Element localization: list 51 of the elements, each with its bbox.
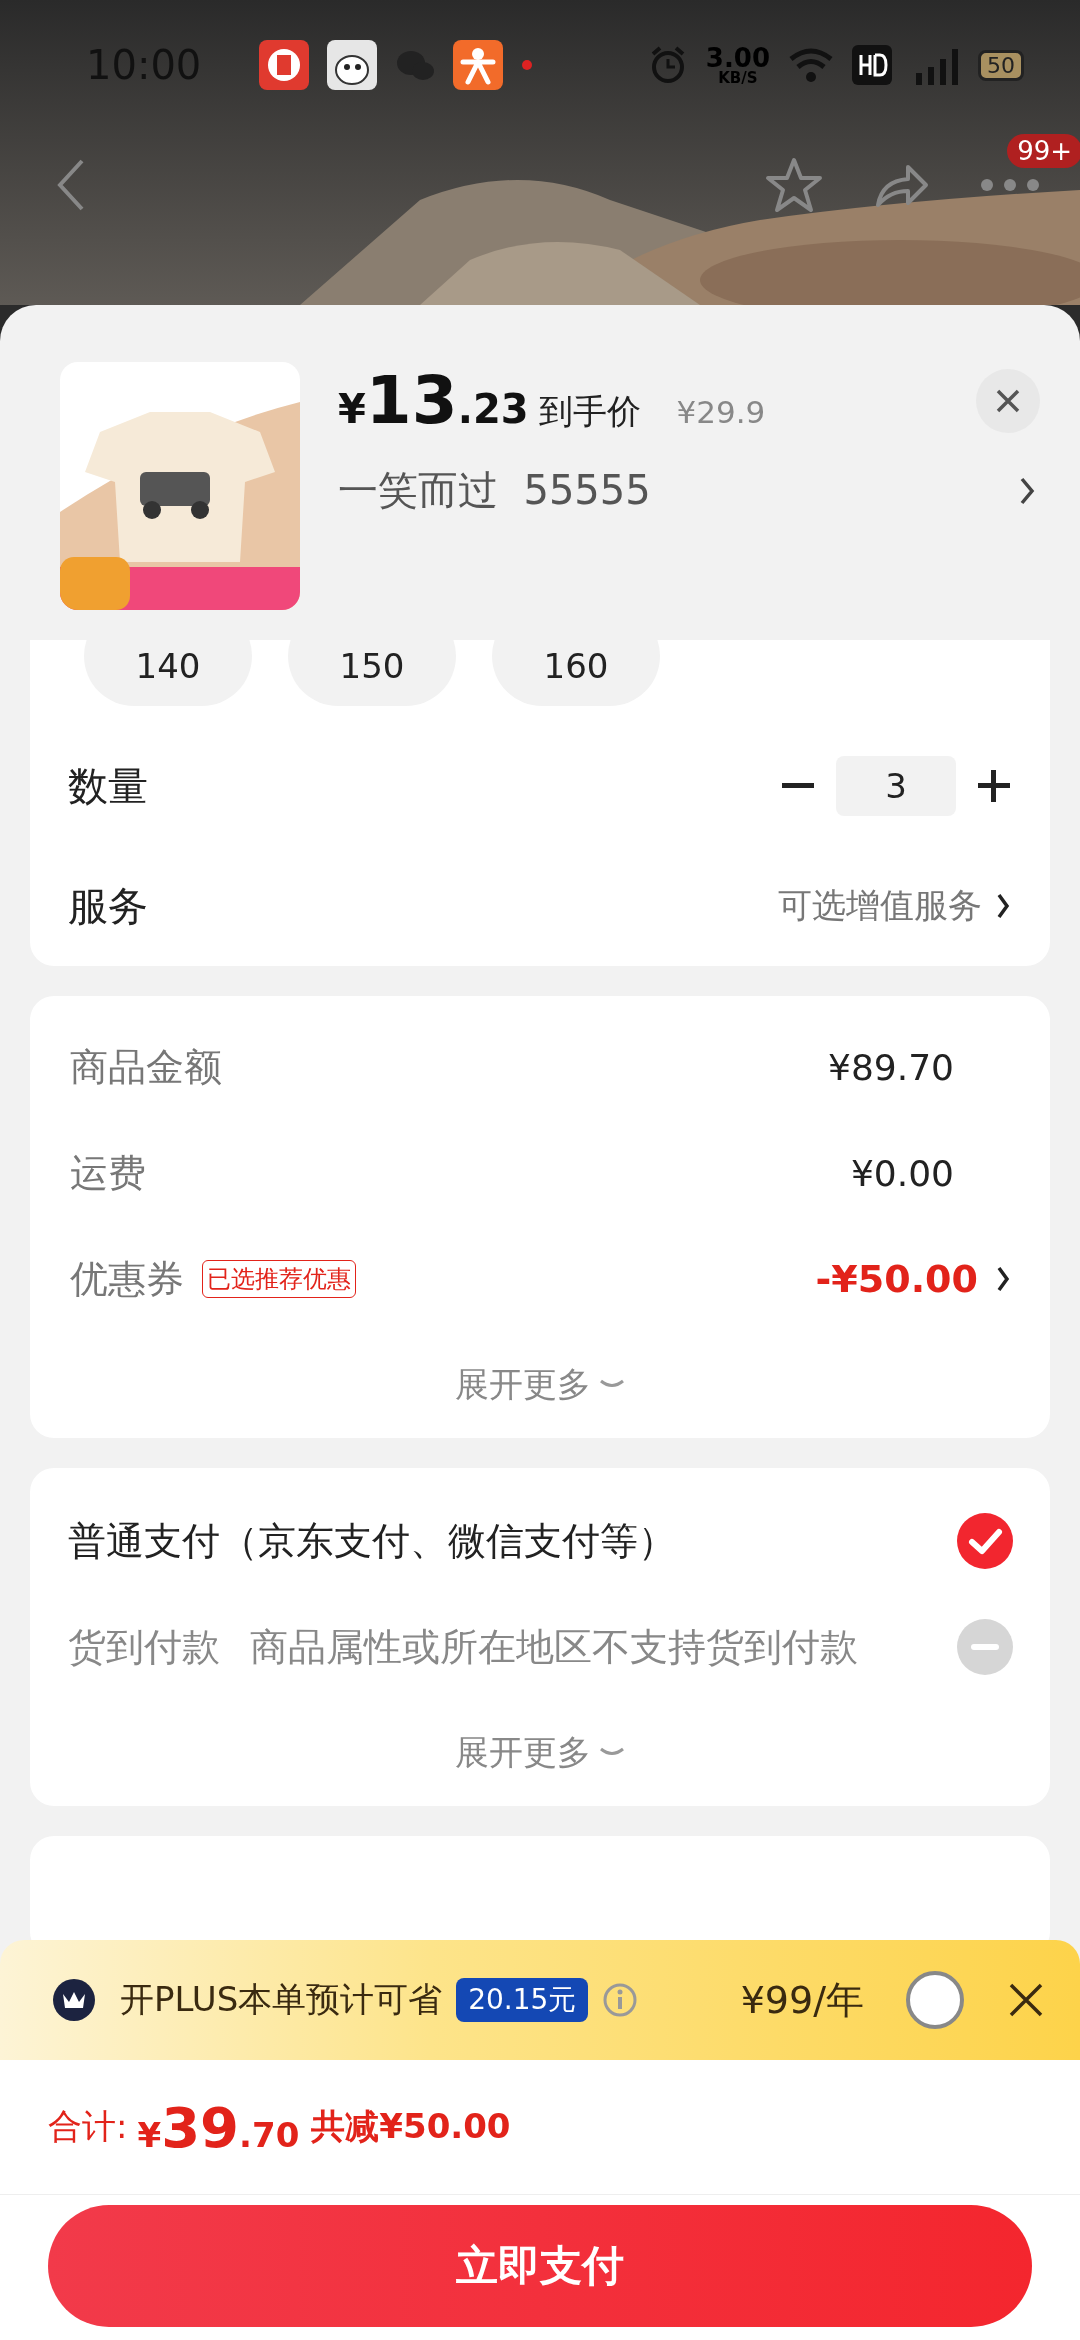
wifi-icon <box>788 47 834 83</box>
close-icon[interactable] <box>1008 1982 1044 2018</box>
size-option[interactable]: 150 <box>288 640 456 706</box>
amount-value: ¥89.70 <box>828 1046 954 1088</box>
plus-price: ¥99/年 <box>740 1976 864 2024</box>
coupon-value[interactable]: -¥50.00 <box>815 1257 978 1301</box>
info-icon[interactable] <box>602 1982 639 2018</box>
plus-promo-text: 开PLUS本单预计可省 <box>120 1978 443 2021</box>
price-label: 到手价 <box>538 390 641 433</box>
coupon-tag: 已选推荐优惠 <box>202 1260 356 1298</box>
quantity-label: 数量 <box>68 761 148 811</box>
variant-text: 一笑而过 55555 <box>338 466 651 515</box>
app-icon <box>259 40 310 90</box>
amount-value: ¥0.00 <box>850 1152 954 1194</box>
payment-option[interactable]: 普通支付（京东支付、微信支付等） <box>68 1515 676 1567</box>
dot-icon <box>521 59 534 71</box>
dog-icon <box>327 40 378 90</box>
notification-badge: 99+ <box>1007 134 1080 168</box>
amount-label: 运费 <box>70 1149 146 1197</box>
amount-label: 优惠券 <box>70 1255 184 1303</box>
service-label: 服务 <box>68 881 148 931</box>
chevron-icon <box>1019 475 1035 506</box>
size-option[interactable]: 140 <box>84 640 252 706</box>
total-amount: ¥39.70 <box>137 2094 300 2160</box>
variant-selector[interactable]: 一笑而过 55555 <box>338 463 1040 518</box>
plus-checkbox[interactable] <box>906 1971 964 2029</box>
chevron-icon[interactable] <box>996 1265 1010 1293</box>
pay-now-button[interactable]: 立即支付 <box>48 2205 1032 2327</box>
original-price: ¥29.9 <box>676 394 766 430</box>
deal-price: ¥13.23 <box>338 362 529 439</box>
discount-total: 共减¥50.00 <box>311 2105 511 2148</box>
amount-label: 商品金额 <box>70 1043 222 1091</box>
crown-icon <box>52 1978 96 2022</box>
battery-level: 50 <box>978 49 1024 81</box>
expand-more-button[interactable]: 展开更多 <box>455 1700 625 1806</box>
expand-more-button[interactable]: 展开更多 <box>455 1332 625 1438</box>
payment-note: 商品属性或所在地区不支持货到付款 <box>250 1623 858 1671</box>
plus-icon[interactable] <box>978 770 1010 802</box>
size-option[interactable]: 160 <box>492 640 660 706</box>
close-icon <box>995 387 1021 414</box>
hd-icon <box>852 45 892 85</box>
person-icon <box>453 40 504 90</box>
total-label: 合计: <box>48 2105 128 2148</box>
quantity-field[interactable]: 3 <box>836 756 956 816</box>
savings-badge: 20.15元 <box>456 1978 589 2022</box>
checkbox-checked-icon[interactable] <box>956 1512 1014 1570</box>
more-icon[interactable] <box>980 178 1040 192</box>
service-link[interactable]: 可选增值服务 <box>778 883 982 929</box>
chevron-icon[interactable] <box>996 892 1010 920</box>
back-icon[interactable] <box>56 157 86 213</box>
star-icon[interactable] <box>764 156 824 214</box>
